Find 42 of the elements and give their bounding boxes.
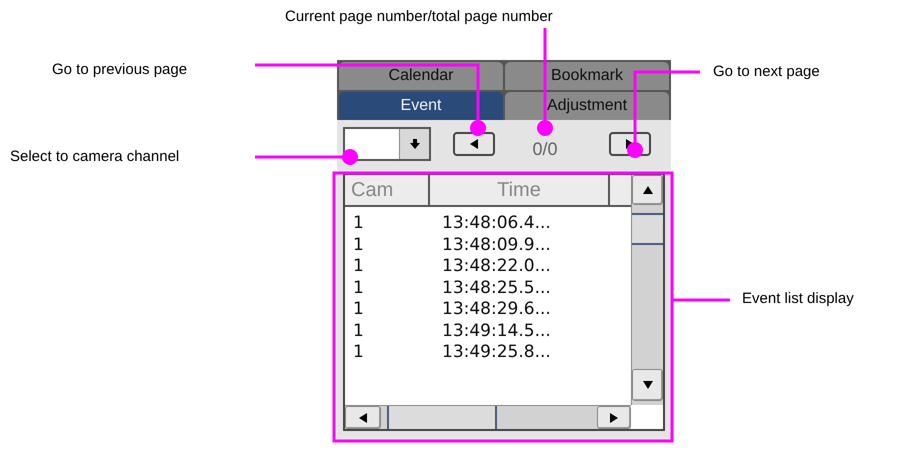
tab[interactable]: Bookmark: [505, 62, 669, 90]
callout-label: Go to previous page: [52, 61, 188, 79]
table-cell-text: 1: [352, 255, 365, 278]
table-cell-text: 1: [352, 212, 365, 235]
left-triangle-icon: [359, 412, 367, 423]
callout-label: Current page number/total page number: [285, 8, 553, 26]
callout-label: Go to next page: [713, 63, 820, 81]
camera-channel-dropdown[interactable]: [343, 127, 431, 161]
table-cell-text: 13:48:09.9...: [441, 234, 551, 256]
leader-line: [673, 298, 730, 302]
right-triangle-icon: [610, 412, 618, 423]
down-triangle-icon: [642, 381, 652, 390]
callout-label: Event list display: [742, 290, 854, 308]
table-cell-text: 13:49:14.5...: [441, 320, 551, 342]
previous-page-button[interactable]: [453, 132, 495, 156]
column-header[interactable]: Time: [430, 175, 610, 205]
table-cell-text: 13:48:22.0...: [441, 255, 551, 278]
scroll-thumb[interactable]: [632, 213, 663, 245]
table-cell-text: 13:48:25.5...: [441, 276, 551, 300]
scroll-up-button[interactable]: [632, 175, 663, 205]
scroll-thumb[interactable]: [387, 406, 497, 429]
horizontal-scrollbar[interactable]: [345, 405, 631, 429]
callout-label: Select to camera channel: [10, 148, 180, 166]
table-cell-text: 13:48:29.6...: [441, 298, 551, 321]
left-triangle-icon: [470, 139, 478, 149]
tab[interactable]: Adjustment: [505, 92, 669, 120]
scroll-left-button[interactable]: [345, 406, 381, 429]
table-cell-text: 1: [352, 320, 365, 342]
column-header[interactable]: Cam: [345, 175, 430, 205]
table-cell-text: 1: [352, 276, 365, 300]
scroll-right-button[interactable]: [597, 406, 631, 429]
tab[interactable]: Event: [339, 92, 503, 120]
table-cell-text: 1: [352, 341, 365, 364]
vertical-scrollbar[interactable]: [631, 175, 663, 406]
up-triangle-icon: [642, 186, 652, 194]
down-arrow-icon: [410, 139, 420, 149]
scroll-down-button[interactable]: [632, 369, 663, 402]
table-cell-text: 1: [352, 298, 365, 321]
table-cell-text: 1: [352, 234, 365, 256]
page-indicator: 0/0: [531, 138, 559, 160]
table-cell-text: 13:49:25.8...: [441, 341, 551, 364]
table-cell-text: 13:48:06.4...: [441, 212, 551, 235]
